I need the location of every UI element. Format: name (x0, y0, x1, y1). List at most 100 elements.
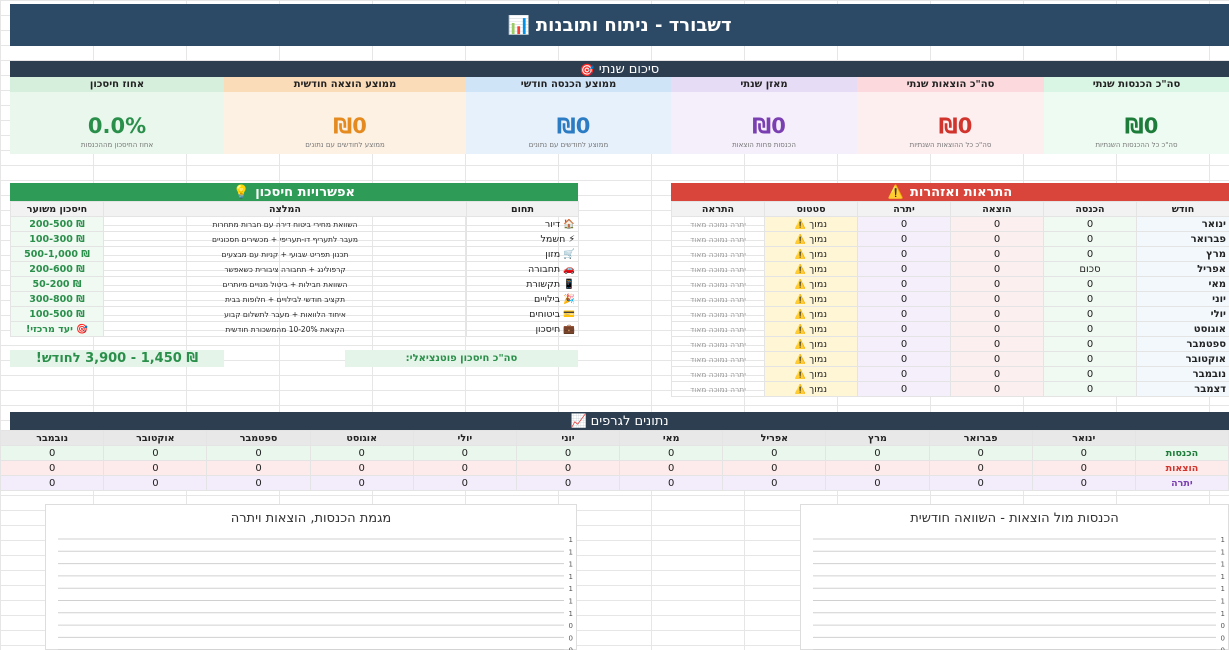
income-cell[interactable]: 0 (1043, 321, 1137, 337)
value-cell[interactable]: 0 (928, 475, 1033, 491)
value-cell[interactable]: 0 (0, 460, 105, 476)
income-cell[interactable]: 0 (1043, 231, 1137, 247)
alert-cell[interactable]: יתרה נמוכה מאוד (671, 231, 765, 247)
alert-cell[interactable]: יתרה נמוכה מאוד (671, 261, 765, 277)
income-cell[interactable]: 0 (1043, 336, 1137, 352)
expense-cell[interactable]: 0 (950, 336, 1044, 352)
income-cell[interactable]: 0 (1043, 276, 1137, 292)
value-cell[interactable]: 0 (722, 460, 827, 476)
month-cell[interactable]: יולי (1136, 306, 1229, 322)
value-cell[interactable]: 0 (928, 460, 1033, 476)
status-cell[interactable]: נמוך⚠️ (764, 231, 858, 247)
tip-cell[interactable]: קרפולינג + תחבורה ציבורית כשאפשר (103, 261, 467, 277)
month-cell[interactable]: אפריל (1136, 261, 1229, 277)
status-cell[interactable]: נמוך⚠️ (764, 336, 858, 352)
balance-cell[interactable]: 0 (857, 231, 951, 247)
status-cell[interactable]: נמוך⚠️ (764, 351, 858, 367)
saving-cell[interactable]: ₪ 300-800 (10, 291, 104, 307)
balance-cell[interactable]: 0 (857, 276, 951, 292)
tip-cell[interactable]: השוואת חבילות + ביטול מנויים מיותרים (103, 276, 467, 292)
month-cell[interactable]: נובמבר (1136, 366, 1229, 382)
alert-cell[interactable]: יתרה נמוכה מאוד (671, 381, 765, 397)
saving-cell[interactable]: ₪ 50-200 (10, 276, 104, 292)
value-cell[interactable]: 0 (619, 475, 724, 491)
value-cell[interactable]: 0 (206, 445, 311, 461)
saving-cell[interactable]: ₪ 500-1,000 (10, 246, 104, 262)
expense-cell[interactable]: 0 (950, 366, 1044, 382)
saving-cell[interactable]: ₪ 100-300 (10, 231, 104, 247)
alert-cell[interactable]: יתרה נמוכה מאוד (671, 276, 765, 292)
income-cell[interactable]: 0 (1043, 366, 1137, 382)
value-cell[interactable]: 0 (309, 460, 414, 476)
value-cell[interactable]: 0 (722, 475, 827, 491)
month-cell[interactable]: ינואר (1136, 216, 1229, 232)
month-cell[interactable]: אוגוסט (1136, 321, 1229, 337)
value-cell[interactable]: 0 (515, 475, 621, 491)
status-cell[interactable]: נמוך⚠️ (764, 366, 858, 382)
value-cell[interactable]: 0 (0, 475, 105, 491)
value-cell[interactable]: 0 (103, 460, 208, 476)
value-cell[interactable]: 0 (103, 445, 208, 461)
status-cell[interactable]: נמוך⚠️ (764, 291, 858, 307)
alert-cell[interactable]: יתרה נמוכה מאוד (671, 366, 765, 382)
value-cell[interactable]: 0 (103, 475, 208, 491)
value-cell[interactable]: 0 (928, 445, 1033, 461)
balance-cell[interactable]: 0 (857, 216, 951, 232)
status-cell[interactable]: נמוך⚠️ (764, 216, 858, 232)
income-cell[interactable]: 0 (1043, 381, 1137, 397)
value-cell[interactable]: 0 (1031, 475, 1136, 491)
balance-cell[interactable]: 0 (857, 336, 951, 352)
tip-cell[interactable]: תכנון תפריט שבועי + קניות עם מבצעים (103, 246, 467, 262)
month-cell[interactable]: דצמבר (1136, 381, 1229, 397)
balance-cell[interactable]: 0 (857, 246, 951, 262)
area-cell[interactable]: ⚡חשמל (466, 231, 579, 247)
income-cell[interactable]: 0 (1043, 306, 1137, 322)
status-cell[interactable]: נמוך⚠️ (764, 321, 858, 337)
value-cell[interactable]: 0 (722, 445, 827, 461)
series-label-cell[interactable]: הכנסות (1134, 445, 1229, 461)
value-cell[interactable]: 0 (825, 460, 930, 476)
value-cell[interactable]: 0 (515, 460, 621, 476)
month-cell[interactable]: ספטמבר (1136, 336, 1229, 352)
value-cell[interactable]: 0 (825, 475, 930, 491)
expense-cell[interactable]: 0 (950, 216, 1044, 232)
saving-cell[interactable]: ₪ 100-500 (10, 306, 104, 322)
balance-cell[interactable]: 0 (857, 366, 951, 382)
alert-cell[interactable]: יתרה נמוכה מאוד (671, 246, 765, 262)
series-label-cell[interactable]: הוצאות (1134, 460, 1229, 476)
status-cell[interactable]: נמוך⚠️ (764, 246, 858, 262)
value-cell[interactable]: 0 (309, 475, 414, 491)
status-cell[interactable]: נמוך⚠️ (764, 381, 858, 397)
value-cell[interactable]: 0 (206, 475, 311, 491)
alert-cell[interactable]: יתרה נמוכה מאוד (671, 306, 765, 322)
expense-cell[interactable]: 0 (950, 351, 1044, 367)
alert-cell[interactable]: יתרה נמוכה מאוד (671, 351, 765, 367)
balance-cell[interactable]: 0 (857, 306, 951, 322)
balance-cell[interactable]: 0 (857, 351, 951, 367)
balance-cell[interactable]: 0 (857, 321, 951, 337)
tip-cell[interactable]: איחוד הלוואות + מעבר לתשלום קבוע (103, 306, 467, 322)
saving-cell[interactable]: ₪ 200-600 (10, 261, 104, 277)
expense-cell[interactable]: 0 (950, 381, 1044, 397)
value-cell[interactable]: 0 (309, 445, 414, 461)
tip-cell[interactable]: מעבר לתעריף דו-תעריפי + מכשירים חסכוניים (103, 231, 467, 247)
area-cell[interactable]: 📱תקשורת (466, 276, 579, 292)
expense-cell[interactable]: 0 (950, 321, 1044, 337)
alert-cell[interactable]: יתרה נמוכה מאוד (671, 336, 765, 352)
income-cell[interactable]: 0 (1043, 351, 1137, 367)
month-cell[interactable]: אוקטובר (1136, 351, 1229, 367)
value-cell[interactable]: 0 (1031, 445, 1136, 461)
income-cell[interactable]: 0 (1043, 291, 1137, 307)
area-cell[interactable]: 🛒מזון (466, 246, 579, 262)
area-cell[interactable]: 🏠דיור (466, 216, 579, 232)
balance-cell[interactable]: 0 (857, 381, 951, 397)
expense-cell[interactable]: 0 (950, 291, 1044, 307)
tip-cell[interactable]: השוואת מחירי ביטוח דירה עם חברות מתחרות (103, 216, 467, 232)
income-cell[interactable]: 0 (1043, 246, 1137, 262)
value-cell[interactable]: 0 (412, 460, 517, 476)
expense-cell[interactable]: 0 (950, 231, 1044, 247)
value-cell[interactable]: 0 (515, 445, 621, 461)
alert-cell[interactable]: יתרה נמוכה מאוד (671, 291, 765, 307)
area-cell[interactable]: 🎉בילויים (466, 291, 579, 307)
income-cell[interactable]: סכום (1043, 261, 1137, 277)
